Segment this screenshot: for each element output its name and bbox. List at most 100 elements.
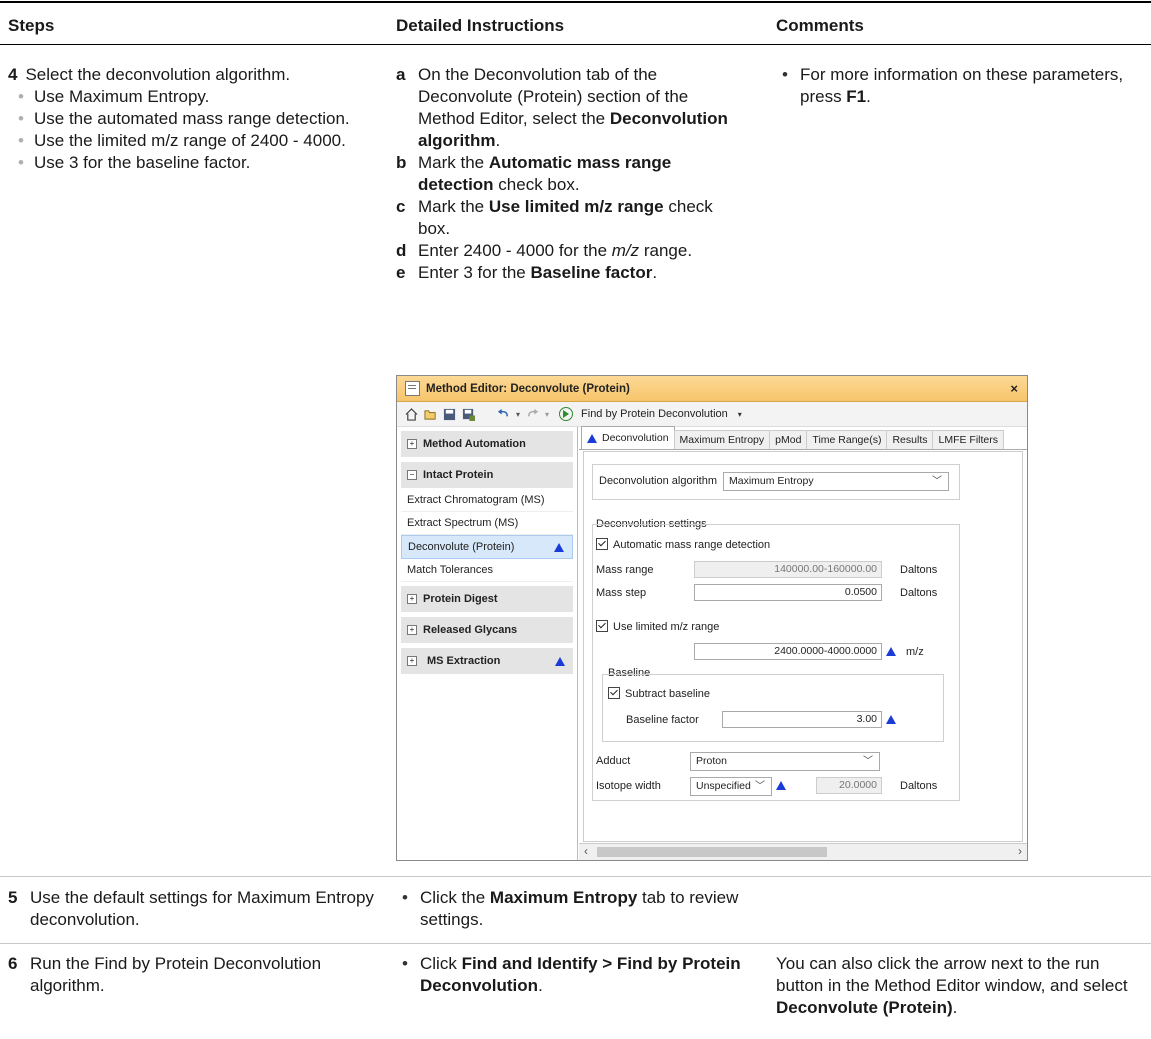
step-6-comment: You can also click the arrow next to the… — [776, 954, 1128, 1017]
expand-icon: + — [407, 594, 417, 604]
step-title: Run the Find by Protein Deconvolution al… — [30, 954, 322, 995]
warning-triangle-icon — [555, 656, 565, 666]
step-4-instructions: a On the Deconvolution tab of the Deconvo… — [396, 64, 748, 284]
tab-results[interactable]: Results — [886, 430, 934, 449]
instruction-e: e Enter 3 for the Baseline factor. — [396, 263, 658, 282]
nav-item-deconvolute-protein[interactable]: Deconvolute (Protein) — [401, 535, 573, 559]
header-rule — [0, 44, 1151, 45]
expand-icon: + — [407, 439, 417, 449]
undo-icon[interactable] — [497, 408, 510, 421]
step-bullet: Use Maximum Entropy. — [12, 86, 378, 108]
expand-icon: + — [407, 625, 417, 635]
use-limited-mz-checkbox[interactable]: Use limited m/z range — [596, 620, 719, 633]
auto-mass-checkbox[interactable]: Automatic mass range detection — [596, 538, 770, 551]
nav-section-protein-digest[interactable]: + Protein Digest — [401, 586, 573, 613]
step-number: 5 — [8, 888, 18, 907]
instruction-c: c Mark the Use limited m/z range check bo… — [396, 197, 713, 238]
row-divider — [0, 876, 1151, 877]
step-bullet: Use 3 for the baseline factor. — [12, 152, 378, 174]
settings-panel: Deconvolution Maximum Entropy pMod Time … — [579, 426, 1027, 860]
step-bullet: Use the automated mass range detection. — [12, 108, 378, 130]
method-nav: + Method Automation − Intact Protein Extra… — [397, 427, 578, 860]
save-icon[interactable] — [443, 408, 456, 421]
horizontal-scrollbar[interactable]: ‹ › — [579, 843, 1027, 860]
run-icon[interactable] — [559, 407, 574, 421]
expand-icon: + — [407, 656, 417, 666]
baseline-factor-field[interactable]: 3.00 — [722, 711, 882, 728]
chevron-down-icon: ﹀ — [755, 781, 765, 792]
step-bullet: Use the limited m/z range of 2400 - 4000… — [12, 130, 378, 152]
baseline-group — [602, 674, 944, 742]
chevron-down-icon: ﹀ — [863, 756, 873, 767]
adduct-select[interactable]: Proton ﹀ — [690, 752, 880, 771]
nav-section-released-glycans[interactable]: + Released Glycans — [401, 617, 573, 644]
save-as-icon[interactable] — [462, 408, 475, 421]
run-button-label[interactable]: Find by Protein Deconvolution — [581, 408, 728, 420]
tab-pmod[interactable]: pMod — [769, 430, 808, 449]
checkbox-icon — [596, 620, 608, 632]
step-number: 6 — [8, 954, 18, 973]
row-divider — [0, 943, 1151, 944]
nav-item-match-tolerances[interactable]: Match Tolerances — [401, 559, 573, 582]
home-icon[interactable] — [405, 407, 418, 421]
chevron-down-icon[interactable]: ▾ — [738, 410, 742, 419]
nav-section-ms-extraction[interactable]: + MS Extraction — [401, 648, 573, 675]
nav-section-intact-protein[interactable]: − Intact Protein — [401, 462, 573, 489]
algorithm-label: Deconvolution algorithm — [599, 475, 718, 487]
tab-bar: Deconvolution Maximum Entropy pMod Time … — [579, 426, 1027, 450]
open-icon[interactable] — [424, 408, 437, 421]
mz-range-field[interactable]: 2400.0000-4000.0000 — [694, 643, 882, 660]
warning-triangle-icon — [587, 433, 597, 443]
tab-time-ranges[interactable]: Time Range(s) — [806, 430, 888, 449]
scroll-left-icon[interactable]: ‹ — [584, 844, 588, 858]
isotope-width-field: 20.0000 — [816, 777, 882, 794]
warning-triangle-icon — [554, 542, 564, 552]
subtract-baseline-checkbox[interactable]: Subtract baseline — [608, 687, 710, 700]
step-5: 5 Use the default settings for Maximum En… — [8, 887, 378, 931]
redo-icon[interactable] — [526, 408, 539, 421]
mz-unit: m/z — [906, 646, 924, 658]
instruction-a: a On the Deconvolution tab of the Deconvo… — [396, 65, 728, 150]
scroll-thumb[interactable] — [597, 847, 827, 857]
isotope-width-label: Isotope width — [596, 780, 661, 792]
step-5-instructions: Click the Maximum Entropy tab to review … — [396, 887, 746, 931]
adduct-label: Adduct — [596, 755, 631, 767]
mass-range-label: Mass range — [596, 564, 654, 576]
nav-item-extract-spectrum[interactable]: Extract Spectrum (MS) — [401, 512, 573, 535]
close-icon[interactable]: × — [1010, 381, 1018, 396]
chevron-down-icon[interactable]: ▾ — [545, 410, 549, 419]
step-number: 4 — [8, 65, 18, 84]
daltons-unit: Daltons — [900, 564, 938, 576]
baseline-factor-label: Baseline factor — [626, 714, 699, 726]
nav-section-method-automation[interactable]: + Method Automation — [401, 431, 573, 458]
isotope-width-select[interactable]: Unspecified ﹀ — [690, 777, 772, 796]
collapse-icon: − — [407, 470, 417, 480]
window-titlebar: Method Editor: Deconvolute (Protein) × — [397, 376, 1027, 402]
step-4: 4 Select the deconvolution algorithm. Use… — [8, 64, 378, 174]
step-title: Use the default settings for Maximum Ent… — [30, 888, 374, 929]
mass-range-field: 140000.00-160000.00 — [694, 561, 882, 578]
warning-triangle-icon — [886, 647, 896, 656]
checkbox-icon — [596, 538, 608, 550]
header-steps: Steps — [8, 16, 55, 35]
tab-maximum-entropy[interactable]: Maximum Entropy — [673, 430, 771, 449]
instruction-d: d Enter 2400 - 4000 for the m/z range. — [396, 241, 693, 260]
step-title: Select the deconvolution algorithm. — [25, 65, 291, 84]
step-6-instructions: Click Find and Identify > Find by Protei… — [396, 953, 746, 997]
algorithm-select[interactable]: Maximum Entropy ﹀ — [723, 472, 949, 491]
tab-lmfe-filters[interactable]: LMFE Filters — [932, 430, 1004, 449]
step-4-comment: For more information on these parameters… — [776, 64, 1136, 108]
daltons-unit: Daltons — [900, 780, 938, 792]
step-6: 6 Run the Find by Protein Deconvolution a… — [8, 953, 378, 997]
chevron-down-icon: ﹀ — [932, 476, 942, 487]
header-instructions: Detailed Instructions — [396, 16, 565, 35]
tab-deconvolution[interactable]: Deconvolution — [581, 426, 675, 449]
mass-step-label: Mass step — [596, 587, 647, 599]
daltons-unit: Daltons — [900, 587, 938, 599]
scroll-right-icon[interactable]: › — [1018, 844, 1022, 858]
warning-triangle-icon — [886, 715, 896, 724]
mass-step-field[interactable]: 0.0500 — [694, 584, 882, 601]
chevron-down-icon[interactable]: ▾ — [516, 410, 520, 419]
instruction-b: b Mark the Automatic mass range detection… — [396, 153, 672, 194]
nav-item-extract-chromatogram[interactable]: Extract Chromatogram (MS) — [401, 489, 573, 512]
